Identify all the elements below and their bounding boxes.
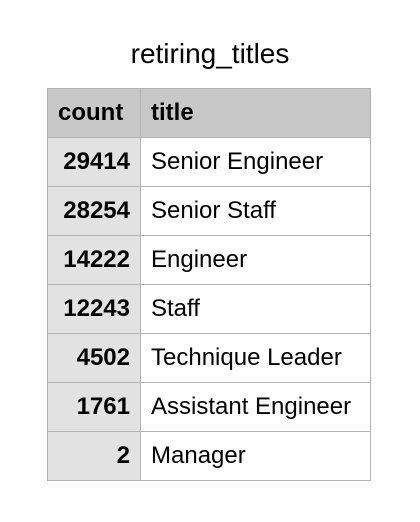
table-row: 2 Manager xyxy=(47,431,371,481)
column-header-title: title xyxy=(140,88,371,138)
table-row: 12243 Staff xyxy=(47,284,371,334)
title-cell: Technique Leader xyxy=(140,333,371,383)
table-row: 4502 Technique Leader xyxy=(47,333,371,383)
count-cell: 4502 xyxy=(47,333,141,383)
column-header-count: count xyxy=(47,88,141,138)
title-cell: Engineer xyxy=(140,235,371,285)
retiring-titles-table: count title 29414 Senior Engineer 28254 … xyxy=(47,88,371,481)
count-cell: 29414 xyxy=(47,137,141,187)
count-cell: 12243 xyxy=(47,284,141,334)
count-cell: 2 xyxy=(47,431,141,481)
table-caption: retiring_titles xyxy=(130,38,290,69)
count-cell: 28254 xyxy=(47,186,141,236)
table-row: 1761 Assistant Engineer xyxy=(47,382,371,432)
title-cell: Assistant Engineer xyxy=(140,382,371,432)
title-cell: Senior Staff xyxy=(140,186,371,236)
header-row: count title xyxy=(47,88,371,138)
table-row: 29414 Senior Engineer xyxy=(47,137,371,187)
count-cell: 14222 xyxy=(47,235,141,285)
title-cell: Manager xyxy=(140,431,371,481)
title-cell: Staff xyxy=(140,284,371,334)
count-cell: 1761 xyxy=(47,382,141,432)
title-cell: Senior Engineer xyxy=(140,137,371,187)
table-row: 28254 Senior Staff xyxy=(47,186,371,236)
table-row: 14222 Engineer xyxy=(47,235,371,285)
